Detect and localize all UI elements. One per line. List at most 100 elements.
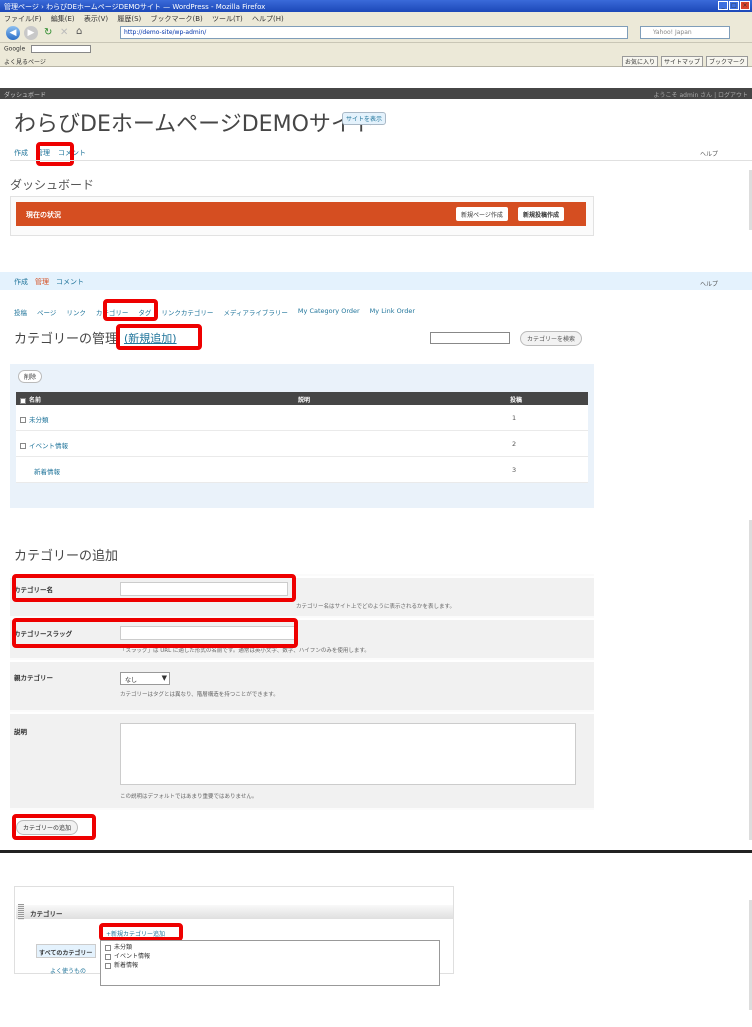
category-search-button[interactable]: カテゴリーを検索 xyxy=(520,331,583,346)
highlight-categories xyxy=(103,299,158,321)
delete-button[interactable]: 削除 xyxy=(18,370,43,383)
search-input[interactable]: Yahoo! Japan xyxy=(640,26,730,39)
col-posts: 投稿 xyxy=(510,397,523,404)
submenu-category-order[interactable]: My Category Order xyxy=(298,307,360,317)
status-bar: 現在の状況 新規ページ作成 新規投稿作成 xyxy=(16,202,586,226)
table-header: 名前 説明 投稿 xyxy=(16,392,588,405)
item-label: 未分類 xyxy=(114,944,133,951)
bm-button-1[interactable]: お気に入り xyxy=(621,56,658,67)
tab-popular[interactable]: よく使うもの xyxy=(50,966,86,975)
tab-all-categories[interactable]: すべてのカテゴリー xyxy=(36,944,96,958)
row-checkbox[interactable] xyxy=(20,443,26,449)
visit-site-button[interactable]: サイトを表示 xyxy=(342,112,387,125)
parent-label: 親カテゴリー xyxy=(14,674,53,682)
metabox-header[interactable]: カテゴリー xyxy=(16,905,453,919)
menu-write[interactable]: 作成 xyxy=(14,277,28,287)
submenu-links[interactable]: リンク xyxy=(66,307,86,317)
reload-icon[interactable]: ↻ xyxy=(44,27,52,38)
menu-history[interactable]: 履歴(S) xyxy=(117,15,141,23)
highlight-manage xyxy=(36,142,74,166)
google-label: Google xyxy=(4,45,26,53)
close-icon[interactable]: × xyxy=(740,1,750,10)
category-count[interactable]: 2 xyxy=(512,440,516,448)
category-name[interactable]: 新着情報 xyxy=(34,466,60,476)
section-divider xyxy=(0,850,752,853)
list-item[interactable]: イベント情報 xyxy=(105,952,435,961)
category-name[interactable]: イベント情報 xyxy=(29,442,68,450)
list-item[interactable]: 未分類 xyxy=(105,943,435,952)
form-row-parent xyxy=(10,660,594,710)
select-all-checkbox[interactable] xyxy=(20,397,26,404)
col-description: 説明 xyxy=(298,397,311,404)
category-checklist: 未分類 イベント情報 新着情報 xyxy=(100,940,440,986)
chevron-down-icon: ▼ xyxy=(161,674,167,682)
item-label: 新着情報 xyxy=(114,962,139,969)
description-textarea[interactable] xyxy=(120,723,576,785)
forward-icon[interactable]: ▶ xyxy=(24,26,38,40)
bm-button-2[interactable]: サイトマップ xyxy=(660,56,703,67)
highlight-slug xyxy=(12,618,298,648)
row-checkbox[interactable] xyxy=(20,417,26,423)
menu-edit[interactable]: 編集(E) xyxy=(51,15,75,23)
submenu-media-library[interactable]: メディアライブラリー xyxy=(223,307,288,317)
category-name[interactable]: 未分類 xyxy=(29,416,49,424)
submenu-link-order[interactable]: My Link Order xyxy=(370,307,415,317)
status-label: 現在の状況 xyxy=(26,211,61,219)
bookmarks-text[interactable]: よく見るページ xyxy=(4,59,46,66)
highlight-name xyxy=(12,574,296,602)
wp-admin-bar: ダッシュボード ようこそ admin さん | ログアウト xyxy=(0,88,752,99)
divider xyxy=(10,160,752,161)
maximize-icon[interactable]: □ xyxy=(729,1,739,10)
dashboard-title: ダッシュボード xyxy=(10,178,95,192)
menu-comments[interactable]: コメント xyxy=(56,277,84,287)
new-page-button[interactable]: 新規ページ作成 xyxy=(456,207,508,221)
help-link[interactable]: ヘルプ xyxy=(700,279,718,288)
adminbar-user[interactable]: ようこそ admin さん | ログアウト xyxy=(654,90,748,99)
highlight-add-button xyxy=(12,814,96,840)
parent-note: カテゴリーはタグとは異なり、階層構造を持つことができます。 xyxy=(120,692,279,698)
table-row: イベント情報 2 xyxy=(16,431,588,457)
submenu-pages[interactable]: ページ xyxy=(37,307,56,317)
bookmarks-right: お気に入り サイトマップ ブックマーク xyxy=(621,56,748,67)
bm-button-3[interactable]: ブックマーク xyxy=(705,56,748,67)
home-icon[interactable]: ⌂ xyxy=(76,26,82,37)
stop-icon[interactable]: ✕ xyxy=(60,27,68,38)
description-note: この説明はデフォルトではあまり重要ではありません。 xyxy=(120,794,258,800)
menu-manage[interactable]: 管理 xyxy=(35,277,49,287)
browser-menubar: ファイル(F) 編集(E) 表示(V) 履歴(S) ブックマーク(B) ツール(… xyxy=(0,12,752,23)
menu-help[interactable]: ヘルプ(H) xyxy=(252,15,284,23)
google-toolbar: Google xyxy=(0,43,752,55)
navigation-toolbar: ◀ ▶ ↻ ✕ ⌂ http://demo-site/wp-admin/ Yah… xyxy=(0,23,752,43)
window-title: 管理ページ › わらびDEホームページDEMOサイト — WordPress -… xyxy=(4,3,266,11)
highlight-new-category xyxy=(99,923,183,941)
menu-bookmarks[interactable]: ブックマーク(B) xyxy=(151,15,203,23)
category-count[interactable]: 3 xyxy=(512,466,516,474)
manage-submenu: 投稿 ページ リンク カテゴリー タグ リンクカテゴリー メディアライブラリー … xyxy=(14,307,415,317)
parent-category-select[interactable]: なし ▼ xyxy=(120,672,170,685)
help-link[interactable]: ヘルプ xyxy=(700,149,718,158)
category-count[interactable]: 1 xyxy=(512,414,516,422)
adminbar-dashboard[interactable]: ダッシュボード xyxy=(4,92,46,99)
page-title: カテゴリーの管理 xyxy=(14,332,119,347)
site-title: わらびDEホームページDEMOサイト xyxy=(14,112,375,137)
google-search-input[interactable] xyxy=(31,45,92,53)
submenu-posts[interactable]: 投稿 xyxy=(14,307,27,317)
item-checkbox[interactable] xyxy=(105,953,111,960)
drag-handle-icon[interactable] xyxy=(18,904,24,920)
minimize-icon[interactable]: _ xyxy=(718,1,728,10)
item-checkbox[interactable] xyxy=(105,962,111,969)
new-post-button[interactable]: 新規投稿作成 xyxy=(518,207,565,221)
back-icon[interactable]: ◀ xyxy=(6,26,20,40)
submenu-link-categories[interactable]: リンクカテゴリー xyxy=(161,307,213,317)
menu-write[interactable]: 作成 xyxy=(14,148,28,158)
list-item[interactable]: 新着情報 xyxy=(105,961,435,970)
col-name: 名前 xyxy=(29,397,42,404)
metabox-title: カテゴリー xyxy=(30,910,63,918)
category-search-input[interactable] xyxy=(430,332,510,344)
address-bar[interactable]: http://demo-site/wp-admin/ xyxy=(120,26,628,39)
item-label: イベント情報 xyxy=(114,953,151,960)
menu-file[interactable]: ファイル(F) xyxy=(4,15,42,23)
menu-tools[interactable]: ツール(T) xyxy=(212,15,243,23)
menu-view[interactable]: 表示(V) xyxy=(84,15,108,23)
item-checkbox[interactable] xyxy=(105,944,111,951)
